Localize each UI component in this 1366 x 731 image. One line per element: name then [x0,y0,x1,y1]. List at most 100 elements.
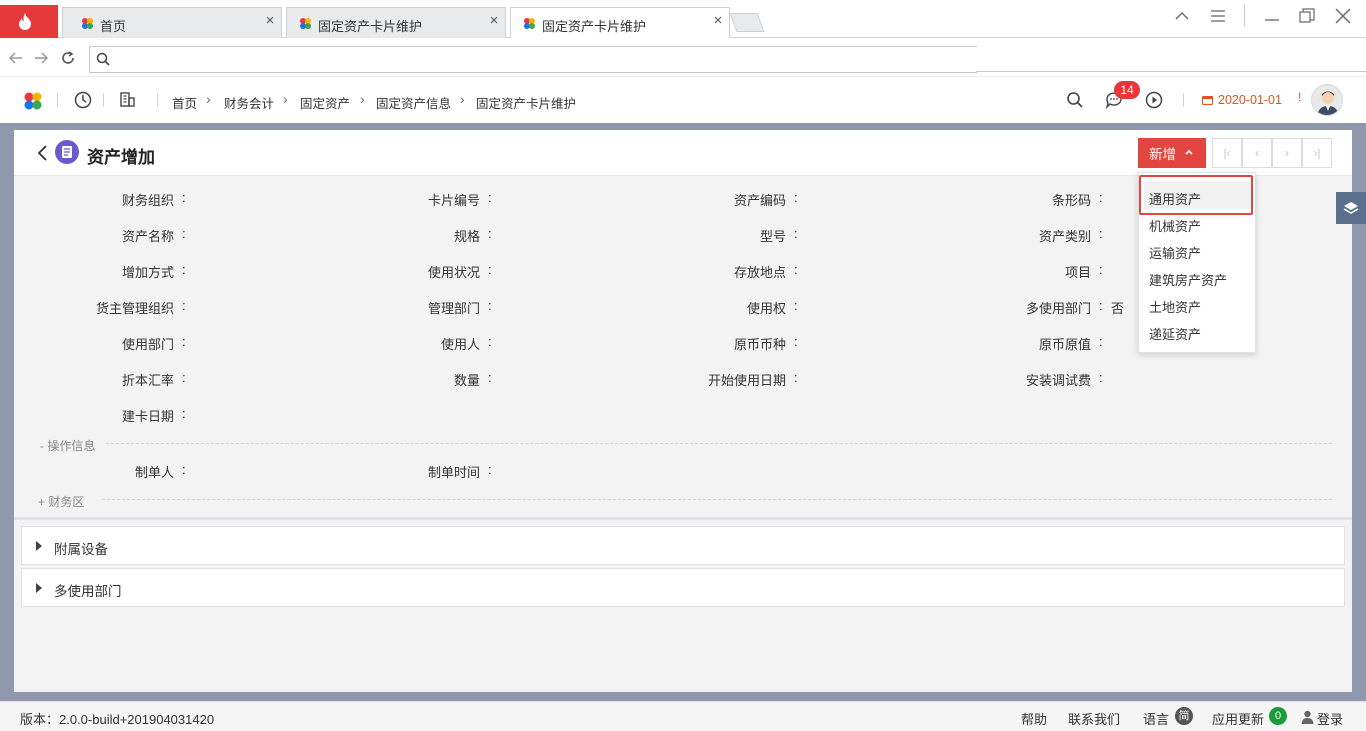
field-label: 项目 [1064,265,1091,280]
avatar[interactable] [1311,84,1343,116]
refresh-icon[interactable] [60,50,76,66]
language-badge[interactable]: 简 [1175,707,1193,725]
field-label: 规格 [453,229,480,244]
attached-equipment-section[interactable]: 附属设备 [21,526,1345,565]
back-chevron-icon[interactable] [36,145,48,161]
contact-link[interactable]: 联系我们 [1068,709,1120,728]
field-colon: : [182,226,186,241]
app-logo-icon[interactable] [23,91,43,111]
field-colon: : [488,334,492,349]
prev-page-button[interactable]: ‹ [1242,138,1272,168]
version-text: 版本：2.0.0-build+201904031420 [20,712,215,727]
field-colon: : [1099,370,1103,385]
operation-info-toggle[interactable]: - 操作信息 [40,437,95,454]
restore-icon[interactable] [1297,6,1317,26]
login-link[interactable]: 登录 [1317,709,1343,728]
menu-item-transport-asset[interactable]: 运输资产 [1149,243,1201,262]
breadcrumb-item[interactable]: 固定资产信息 [376,93,451,112]
browser-tab-asset-card-1[interactable]: 固定资产卡片维护 × [286,7,506,38]
field-label: 资产编码 [733,193,786,208]
field-colon: : [488,298,492,313]
flame-icon [19,13,31,30]
building-icon[interactable] [119,91,136,108]
last-page-button[interactable]: ›| [1302,138,1332,168]
finance-area-toggle[interactable]: + 财务区 [38,493,84,510]
field-colon: : [182,334,186,349]
field-colon: : [794,262,798,277]
field-label: 条形码 [1051,193,1091,208]
field-colon: : [488,190,492,205]
close-icon[interactable]: × [711,13,725,28]
browser-tab-home[interactable]: 首页 × [62,7,282,38]
play-icon[interactable] [1145,91,1163,109]
field-label: 资产名称 [121,229,174,244]
app-header: 首页 › 财务会计 › 固定资产 › 固定资产信息 › 固定资产卡片维护 14 … [0,77,1366,123]
add-button-label: 新增 [1149,147,1176,162]
field-label: 使用状况 [427,265,480,280]
field-colon: : [488,370,492,385]
divider [157,93,158,107]
browser-tab-asset-card-2[interactable]: 固定资产卡片维护 × [510,7,730,38]
field-label: 型号 [759,229,786,244]
field-colon: : [488,462,492,477]
search-icon[interactable] [1066,91,1084,109]
tab-title: 固定资产卡片维护 [542,19,647,34]
panel-header: 资产增加 新增 |‹ ‹ › ›| [14,130,1352,176]
new-tab-button[interactable] [729,13,765,32]
message-count-badge: 14 [1114,81,1140,99]
field-label: 货主管理组织 [95,301,174,316]
url-input[interactable] [89,46,977,73]
selection-highlight-box [1139,175,1253,215]
field-label: 财务组织 [121,193,174,208]
status-bar: 版本：2.0.0-build+201904031420 帮助 联系我们 语言 简… [0,701,1366,731]
calendar-icon [1202,96,1213,105]
menu-item-deferred-asset[interactable]: 递延资产 [1149,324,1201,343]
field-label: 多使用部门 [1025,301,1091,316]
back-arrow-icon[interactable] [8,50,24,66]
field-label: 卡片编号 [427,193,480,208]
clock-icon[interactable] [74,91,92,109]
browser-logo[interactable] [0,5,58,38]
field-colon: : [488,262,492,277]
divider [57,93,58,107]
field-colon: : [794,298,798,313]
language-link[interactable]: 语言 [1143,709,1169,728]
field-colon: : [794,370,798,385]
app-logo-icon [300,18,311,29]
multi-dept-value: 否 [1111,301,1125,316]
close-window-icon[interactable] [1333,6,1353,26]
section-divider [102,499,1332,500]
next-page-button[interactable]: › [1272,138,1302,168]
menu-item-machinery-asset[interactable]: 机械资产 [1149,216,1201,235]
minimize-icon[interactable] [1262,6,1282,26]
add-button[interactable]: 新增 [1138,138,1206,168]
close-icon[interactable]: × [263,13,277,28]
field-label: 资产类别 [1038,229,1091,244]
app-logo-icon [82,18,93,29]
field-colon: : [1099,298,1103,313]
multi-department-section[interactable]: 多使用部门 [21,568,1345,607]
field-colon: : [182,262,186,277]
first-page-button[interactable]: |‹ [1212,138,1242,168]
business-date[interactable]: 2020-01-01 [1218,93,1282,107]
chevron-up-icon[interactable] [1172,6,1192,26]
document-icon [55,140,79,164]
app-logo-icon [524,18,535,29]
field-colon: : [182,190,186,205]
menu-item-building-asset[interactable]: 建筑房产资产 [1149,270,1227,289]
field-colon: : [1099,190,1103,205]
menu-item-land-asset[interactable]: 土地资产 [1149,297,1201,316]
help-link[interactable]: 帮助 [1021,709,1047,728]
browser-tab-strip: 首页 × 固定资产卡片维护 × 固定资产卡片维护 × [0,0,1366,38]
layers-side-button[interactable] [1336,192,1366,224]
forward-arrow-icon[interactable] [33,50,49,66]
menu-icon[interactable] [1208,6,1228,26]
breadcrumb-item[interactable]: 财务会计 [224,93,274,112]
update-link[interactable]: 应用更新 [1212,709,1264,728]
field-label: 原币币种 [733,337,786,352]
close-icon[interactable]: × [487,13,501,28]
tab-title: 固定资产卡片维护 [318,19,423,34]
breadcrumb-item[interactable]: 首页 [172,93,197,112]
field-label: 开始使用日期 [707,373,786,388]
breadcrumb-item[interactable]: 固定资产 [300,93,350,112]
